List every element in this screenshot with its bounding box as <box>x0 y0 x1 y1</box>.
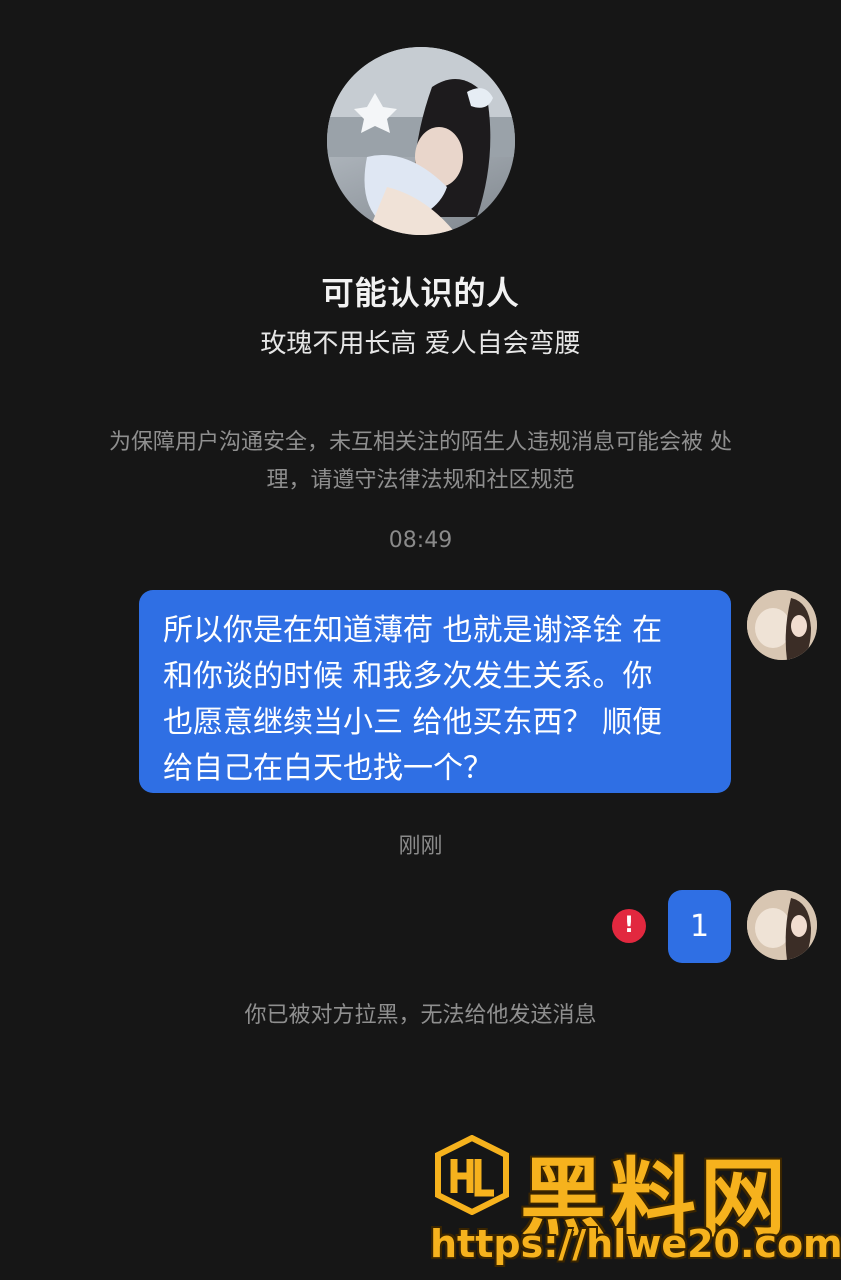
profile-bio: 玫瑰不用长高 爱人自会弯腰 <box>260 329 581 359</box>
my-avatar[interactable] <box>747 890 817 960</box>
message-bubble[interactable]: 所以你是在知道薄荷 也就是谢泽铨 在 和你谈的时候 和我多次发生关系。你 也愿意… <box>139 590 731 793</box>
avatar-photo-icon <box>327 47 515 235</box>
watermark-url: https://hlwe20.com <box>430 1222 841 1266</box>
message-bubble[interactable]: 1 <box>668 890 731 963</box>
send-failed-icon[interactable]: ! <box>612 909 646 943</box>
message-text: 所以你是在知道薄荷 也就是谢泽铨 在 和你谈的时候 和我多次发生关系。你 也愿意… <box>163 613 663 786</box>
avatar-photo-icon <box>747 890 817 960</box>
avatar-photo-icon <box>747 590 817 660</box>
profile-avatar[interactable] <box>327 47 515 235</box>
profile-name: 可能认识的人 <box>321 274 520 312</box>
message-timestamp: 刚刚 <box>398 834 443 859</box>
message-timestamp: 08:49 <box>388 528 453 553</box>
blocked-notice: 你已被对方拉黑，无法给他发送消息 <box>244 1003 597 1028</box>
safety-notice: 为保障用户沟通安全，未互相关注的陌生人违规消息可能会被 处理，请遵守法律法规和社… <box>109 430 732 493</box>
my-avatar[interactable] <box>747 590 817 660</box>
message-text: 1 <box>689 909 710 944</box>
hl-shield-logo-icon <box>432 1134 512 1219</box>
